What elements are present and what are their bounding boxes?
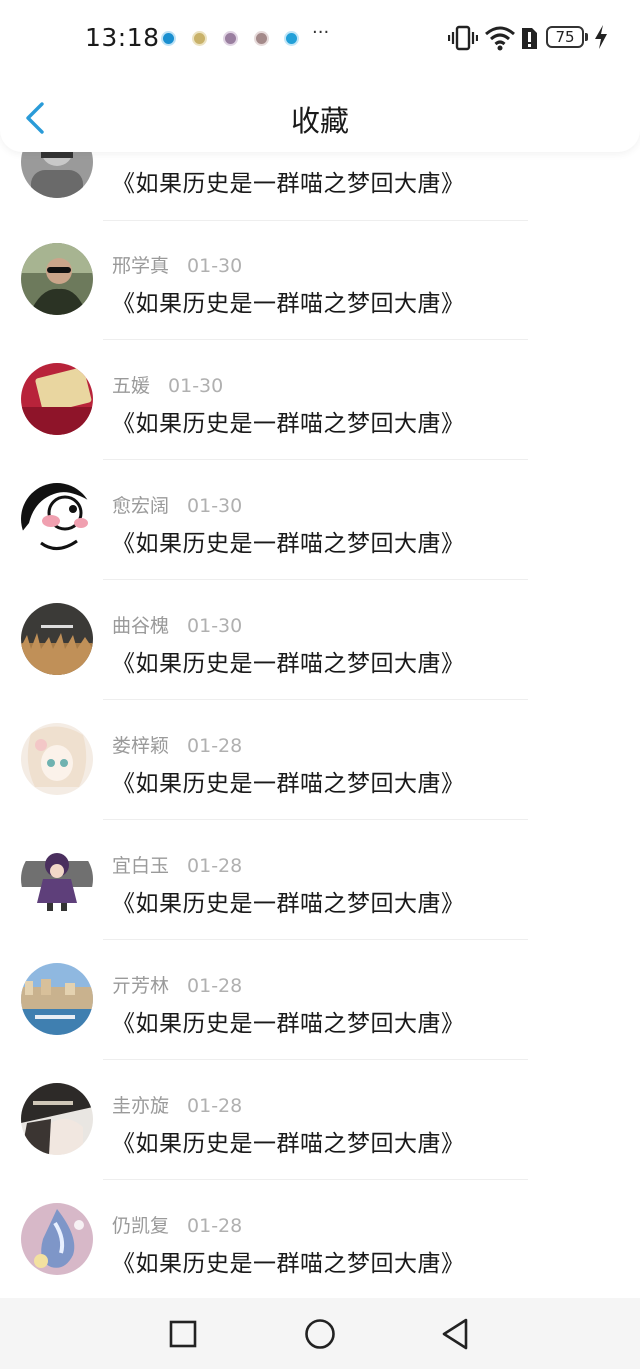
list-item[interactable]: 圭亦旋 01-28 《如果历史是一群喵之梦回大唐》: [0, 1060, 640, 1180]
avatar: [21, 723, 93, 795]
item-headline: 《如果历史是一群喵之梦回大唐》: [112, 411, 465, 437]
list-item[interactable]: 娄梓颖 01-28 《如果历史是一群喵之梦回大唐》: [0, 700, 640, 820]
item-author: 邢学真: [112, 255, 170, 277]
item-meta: 宜白玉 01-28: [112, 851, 242, 878]
navigation-bar: [0, 1298, 640, 1369]
notification-icon: [163, 33, 174, 44]
item-author: 亓芳林: [112, 975, 170, 997]
item-date: 01-28: [187, 735, 243, 757]
item-meta: 曲谷槐 01-30: [112, 611, 242, 638]
battery-level: 75: [555, 28, 575, 46]
item-author: 娄梓颖: [112, 735, 170, 757]
avatar: [21, 363, 93, 435]
item-meta: 五媛 01-30: [112, 371, 223, 398]
sim-alert-icon: [522, 28, 537, 49]
item-headline: 《如果历史是一群喵之梦回大唐》: [112, 531, 465, 557]
more-notifications-icon: ···: [312, 22, 330, 43]
page-title: 收藏: [290, 104, 349, 138]
item-date: 01-28: [187, 855, 243, 877]
avatar: [21, 1083, 93, 1155]
list-item[interactable]: 宜白玉 01-28 《如果历史是一群喵之梦回大唐》: [0, 820, 640, 940]
notification-icon: [194, 33, 205, 44]
item-author: 仍凯复: [112, 1215, 170, 1237]
item-meta: 圭亦旋 01-28: [112, 1091, 242, 1118]
item-author: 宜白玉: [112, 855, 170, 877]
list-item[interactable]: 五媛 01-30 《如果历史是一群喵之梦回大唐》: [0, 340, 640, 460]
battery-icon: 75: [546, 26, 584, 48]
avatar: [21, 843, 93, 915]
item-author: 曲谷槐: [112, 615, 170, 637]
item-date: 01-28: [187, 1095, 243, 1117]
screen: 《如果历史是一群喵之梦回大唐》 邢学真 01-30 《如果历史是一群喵之梦回大唐》…: [0, 0, 640, 1369]
status-bar: 13:18 ··· 75: [0, 0, 640, 78]
item-meta: 仍凯复 01-28: [112, 1211, 242, 1238]
item-date: 01-30: [187, 495, 243, 517]
list-item[interactable]: 仍凯复 01-28 《如果历史是一群喵之梦回大唐》: [0, 1180, 640, 1300]
item-author: 愈宏阔: [112, 495, 170, 517]
item-date: 01-28: [187, 1215, 243, 1237]
item-date: 01-30: [187, 615, 243, 637]
notification-icon: [225, 33, 236, 44]
battery-tip: [585, 33, 588, 41]
item-date: 01-30: [187, 255, 243, 277]
avatar: [21, 603, 93, 675]
square-icon[interactable]: [163, 1314, 203, 1354]
avatar: [21, 1203, 93, 1275]
item-headline: 《如果历史是一群喵之梦回大唐》: [112, 771, 465, 797]
avatar: [21, 483, 93, 555]
wifi-icon: [485, 26, 515, 51]
notification-icon: [256, 33, 267, 44]
item-meta: 邢学真 01-30: [112, 251, 242, 278]
avatar: [21, 243, 93, 315]
list-item[interactable]: 曲谷槐 01-30 《如果历史是一群喵之梦回大唐》: [0, 580, 640, 700]
item-meta: 愈宏阔 01-30: [112, 491, 242, 518]
vibrate-icon: [448, 25, 478, 51]
item-headline: 《如果历史是一群喵之梦回大唐》: [112, 651, 465, 677]
item-headline: 《如果历史是一群喵之梦回大唐》: [112, 291, 465, 317]
top-bar: 13:18 ··· 75 收藏: [0, 0, 640, 152]
item-headline: 《如果历史是一群喵之梦回大唐》: [112, 891, 465, 917]
item-date: 01-28: [187, 975, 243, 997]
item-headline: 《如果历史是一群喵之梦回大唐》: [112, 171, 465, 197]
item-date: 01-30: [168, 375, 224, 397]
item-headline: 《如果历史是一群喵之梦回大唐》: [112, 1131, 465, 1157]
avatar: [21, 963, 93, 1035]
list-item[interactable]: 亓芳林 01-28 《如果历史是一群喵之梦回大唐》: [0, 940, 640, 1060]
list-item[interactable]: 愈宏阔 01-30 《如果历史是一群喵之梦回大唐》: [0, 460, 640, 580]
item-author: 圭亦旋: [112, 1095, 170, 1117]
item-headline: 《如果历史是一群喵之梦回大唐》: [112, 1251, 465, 1277]
item-author: 五媛: [112, 375, 151, 397]
circle-icon[interactable]: [300, 1314, 340, 1354]
triangle-back-icon[interactable]: [436, 1314, 476, 1354]
charging-icon: [595, 25, 607, 49]
item-headline: 《如果历史是一群喵之梦回大唐》: [112, 1011, 465, 1037]
notification-icon: [286, 33, 297, 44]
item-meta: 亓芳林 01-28: [112, 971, 242, 998]
status-time: 13:18: [85, 23, 160, 52]
list-item[interactable]: 邢学真 01-30 《如果历史是一群喵之梦回大唐》: [0, 220, 640, 340]
item-meta: 娄梓颖 01-28: [112, 731, 242, 758]
